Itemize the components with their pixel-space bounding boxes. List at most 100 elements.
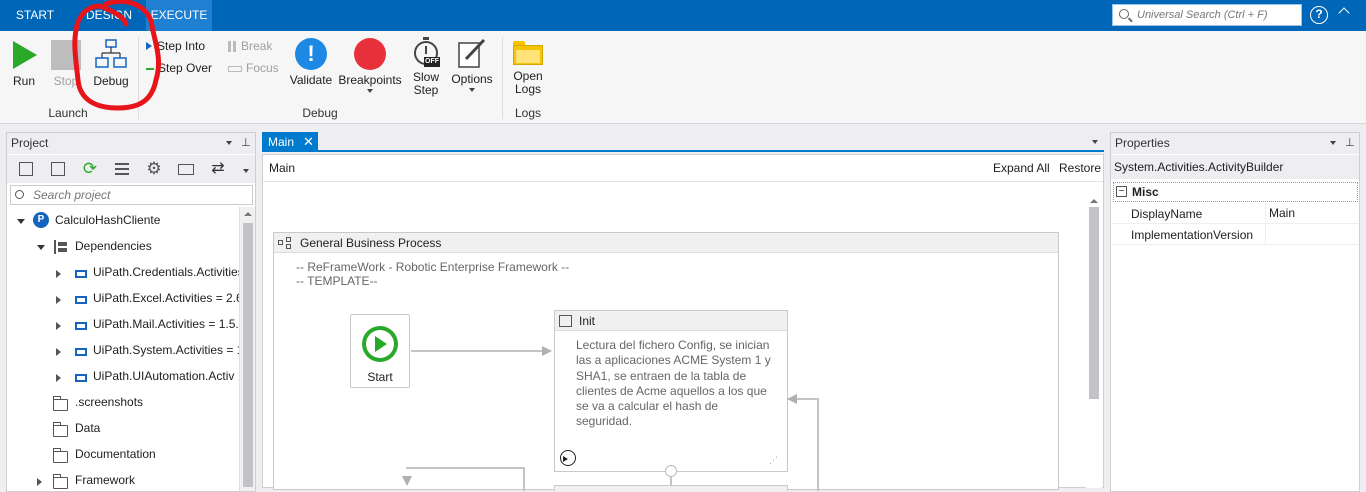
break-button[interactable]: Break [228, 40, 284, 56]
expand-arrow-icon[interactable] [56, 374, 61, 382]
validate-button[interactable]: ! Validate [288, 37, 334, 97]
breakpoint-icon [354, 38, 386, 70]
group-logs-label: Logs [514, 106, 542, 120]
open-logs-button[interactable]: Open Logs [508, 37, 548, 101]
panel-menu-icon[interactable] [226, 141, 232, 145]
tree-dependency-item[interactable]: UiPath.Credentials.Activities [93, 262, 239, 282]
collapse-icon[interactable]: ⇄ [207, 158, 229, 180]
tree-folder-item[interactable]: Data [75, 418, 239, 438]
panel-menu-icon[interactable] [1330, 141, 1336, 145]
folder-icon [53, 448, 68, 463]
flowchart-title: General Business Process [300, 236, 442, 250]
tree-dependency-item[interactable]: UiPath.Mail.Activities = 1.5. [93, 314, 239, 334]
folder-icon [53, 396, 68, 411]
tree-dependencies[interactable]: Dependencies [75, 236, 239, 256]
expand-arrow-icon[interactable] [56, 322, 61, 330]
exclamation-icon: ! [295, 38, 327, 70]
tree-folder-item[interactable]: Documentation [75, 444, 239, 464]
property-row[interactable]: DisplayName Main [1113, 203, 1358, 224]
breadcrumb[interactable]: Main [269, 161, 295, 175]
project-search-input[interactable]: Search project [10, 185, 253, 205]
expand-arrow-icon[interactable] [17, 219, 25, 224]
dependencies-icon [54, 240, 68, 254]
slow-step-button[interactable]: OFF Slow Step [406, 37, 446, 101]
property-value[interactable]: Main [1269, 206, 1295, 220]
pause-icon [228, 41, 231, 53]
state-init[interactable]: Init Lectura del fichero Config, se inic… [554, 310, 788, 472]
expand-arrow-icon[interactable] [37, 478, 42, 486]
state-icon [559, 315, 572, 327]
tree-folder-item[interactable]: Framework [75, 470, 239, 490]
annotation-text: -- ReFrameWork - Robotic Enterprise Fram… [296, 260, 569, 288]
next-state[interactable] [554, 485, 788, 491]
expand-arrow-icon[interactable] [56, 296, 61, 304]
tree-folder-item[interactable]: .screenshots [75, 392, 239, 412]
gear-icon[interactable]: ⚙ [143, 158, 165, 180]
tab-start[interactable]: START [0, 0, 70, 31]
package-icon [75, 348, 87, 356]
connector-line [817, 398, 819, 491]
properties-object-type: System.Activities.ActivityBuilder [1111, 155, 1359, 179]
run-label: Run [12, 74, 35, 88]
ribbon: Run Stop Debug Step Into Step Over Break… [0, 0, 1366, 124]
show-all-files-icon[interactable] [111, 158, 133, 180]
expand-arrow-icon[interactable] [56, 270, 61, 278]
flowchart-icon [278, 237, 292, 249]
breakpoints-label: Breakpoints [338, 73, 402, 87]
universal-search-placeholder: Universal Search (Ctrl + F) [1137, 9, 1268, 21]
resize-grip-icon[interactable]: ⋰ [769, 455, 778, 466]
connector-arrow-icon [542, 346, 552, 356]
run-button[interactable]: Run [6, 37, 42, 97]
tab-list-dropdown-icon[interactable] [1092, 140, 1098, 144]
pin-icon[interactable]: ⊥ [241, 133, 251, 154]
flowchart-container[interactable]: General Business Process -- ReFrameWork … [273, 232, 1059, 491]
collapse-ribbon-icon[interactable] [1338, 7, 1350, 19]
designer-area: Main ✕ Main Expand All Restore General B… [262, 132, 1104, 491]
properties-category-misc[interactable]: − Misc [1113, 182, 1358, 202]
flowchart-header: General Business Process [274, 233, 1058, 253]
annotation-line-2: -- TEMPLATE-- [296, 274, 378, 288]
focus-label: Focus [246, 61, 279, 75]
restore-link[interactable]: Restore [1059, 161, 1101, 175]
state-init-description: Lectura del fichero Config, se inician l… [576, 338, 771, 429]
tree-dependency-item[interactable]: UiPath.Excel.Activities = 2.6 [93, 288, 239, 308]
open-folder-icon[interactable] [175, 158, 197, 180]
pin-icon[interactable]: ⊥ [1345, 133, 1355, 154]
package-icon [75, 270, 87, 278]
folder-icon [53, 422, 68, 437]
collapse-all-icon[interactable] [47, 158, 69, 180]
options-button[interactable]: Options [450, 37, 494, 101]
designer-canvas: Main Expand All Restore General Business… [262, 154, 1104, 491]
start-node[interactable]: Start [350, 314, 410, 388]
project-panel: Project ⊥ ⟳ ⚙ ⇄ Search project P Calculo… [6, 132, 256, 492]
tab-main[interactable]: Main ✕ [262, 132, 318, 152]
focus-button[interactable]: Focus [228, 62, 284, 78]
expand-arrow-icon[interactable] [37, 245, 45, 250]
universal-search-input[interactable]: Universal Search (Ctrl + F) [1112, 4, 1302, 26]
collapse-icon[interactable]: − [1116, 186, 1127, 197]
toolbar-overflow-icon[interactable] [243, 169, 249, 173]
designer-scrollbar[interactable] [1086, 199, 1102, 488]
expand-all-icon[interactable] [15, 158, 37, 180]
project-tree-scrollbar[interactable] [239, 207, 255, 491]
connection-point[interactable] [665, 465, 677, 477]
close-icon[interactable]: ✕ [303, 132, 314, 152]
breakpoints-button[interactable]: Breakpoints [338, 37, 402, 101]
help-icon[interactable]: ? [1310, 6, 1328, 24]
ribbon-separator [502, 37, 503, 119]
package-icon [75, 296, 87, 304]
connector-arrow-icon [787, 394, 797, 404]
group-debug-label: Debug [302, 106, 338, 120]
refresh-icon[interactable]: ⟳ [79, 158, 101, 180]
tree-dependency-item[interactable]: UiPath.System.Activities = 1 [93, 340, 239, 360]
tree-dependency-item[interactable]: UiPath.UIAutomation.Activ [93, 366, 239, 386]
package-icon [75, 322, 87, 330]
package-icon [75, 374, 87, 382]
category-label: Misc [1132, 185, 1159, 199]
divider [263, 181, 1103, 182]
expand-arrow-icon[interactable] [56, 348, 61, 356]
validate-label: Validate [289, 73, 333, 87]
expand-all-link[interactable]: Expand All [993, 161, 1050, 175]
tree-root[interactable]: CalculoHashCliente [55, 210, 239, 230]
property-row[interactable]: ImplementationVersion [1113, 224, 1358, 245]
